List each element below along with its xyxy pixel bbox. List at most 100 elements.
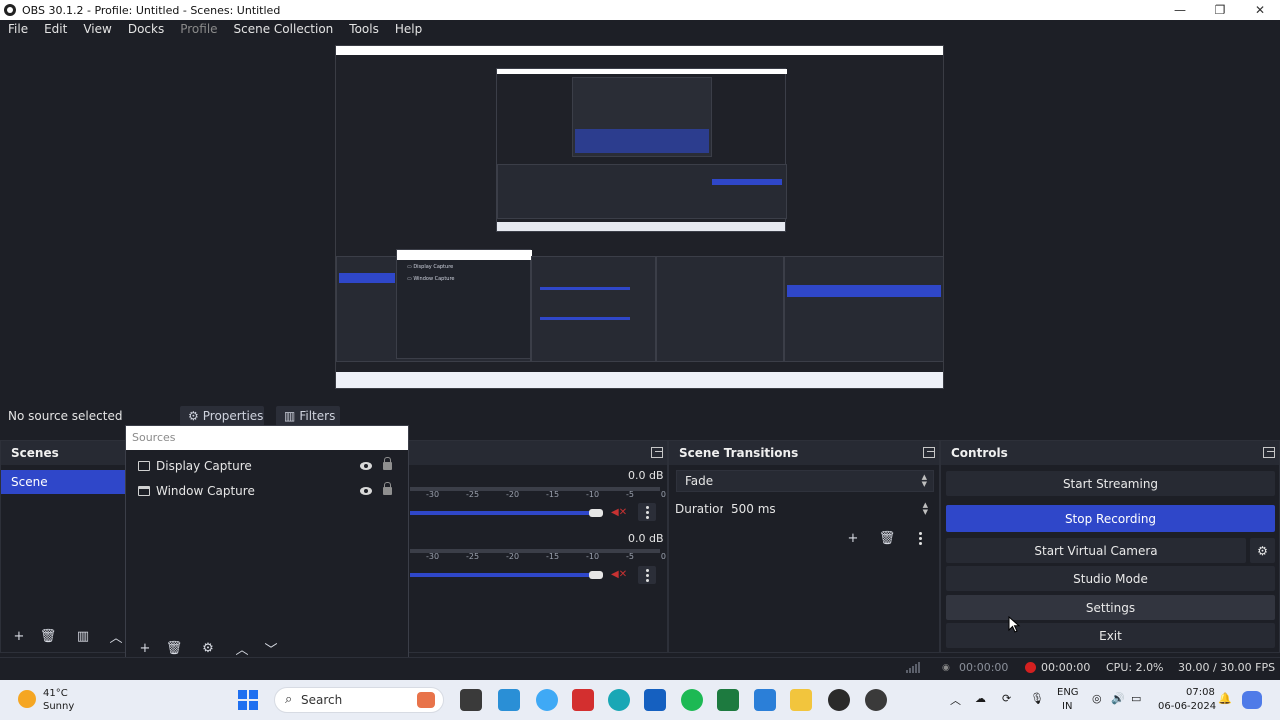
taskbar-search-box[interactable]: ⌕ Search	[274, 687, 444, 713]
transition-select[interactable]: Fade ▲ ▼	[676, 470, 934, 492]
filters-button[interactable]: ▥ Filters	[276, 406, 340, 426]
lock-icon[interactable]	[383, 457, 392, 470]
filter-icon: ▥	[76, 628, 90, 644]
menu-file[interactable]: File	[0, 20, 36, 39]
language-bottom[interactable]: IN	[1062, 701, 1072, 712]
transition-properties-button[interactable]	[911, 529, 929, 547]
file-explorer-icon[interactable]	[790, 689, 812, 711]
menu-docks[interactable]: Docks	[120, 20, 172, 39]
duration-label: Duration	[675, 502, 728, 516]
notification-bell-icon[interactable]: 🔔	[1218, 692, 1232, 705]
channel-2-volume-slider[interactable]	[410, 573, 600, 577]
float-dock-icon[interactable]	[923, 447, 935, 458]
channel-2-scale: -30 -25 -20 -15 -10 -5 0	[426, 552, 666, 561]
source-item-window-capture[interactable]: Window Capture	[126, 479, 408, 503]
maximize-button[interactable]: ❐	[1200, 0, 1240, 20]
menu-edit[interactable]: Edit	[36, 20, 75, 39]
sun-weather-icon[interactable]	[18, 690, 36, 708]
channel-1-volume-slider[interactable]	[410, 511, 600, 515]
move-source-up-button[interactable]: ︿	[231, 638, 253, 658]
channel-2-volume-knob[interactable]	[589, 571, 603, 579]
volume-icon[interactable]: 🔊	[1111, 692, 1125, 705]
wifi-icon[interactable]: ◎	[1092, 692, 1102, 705]
virtual-camera-settings-button[interactable]: ⚙	[1250, 538, 1275, 563]
onedrive-icon[interactable]: ☁	[975, 692, 986, 705]
sync-icon[interactable]: ⟳	[1002, 692, 1011, 705]
task-view-icon[interactable]	[460, 689, 482, 711]
move-source-down-button[interactable]: ﹀	[260, 638, 282, 658]
visibility-eye-icon[interactable]	[360, 462, 372, 470]
clock-date[interactable]: 06-06-2024	[1158, 701, 1216, 712]
settings-button[interactable]: Settings	[946, 595, 1275, 620]
properties-button[interactable]: ⚙ Properties	[180, 406, 264, 426]
stream-status-icon: ◉	[942, 663, 950, 673]
weather-temp: 41°C	[43, 688, 68, 699]
scene-filters-button[interactable]: ▥	[72, 626, 94, 646]
source-item-display-capture[interactable]: Display Capture	[126, 454, 408, 478]
updown-arrows-icon: ▲ ▼	[921, 473, 927, 488]
trash-icon: 🗑	[878, 530, 896, 546]
sources-dock: Sources Display Capture Window Capture +…	[125, 425, 409, 662]
spinner-arrows-icon: ▲ ▼	[922, 501, 928, 516]
channel-1-menu-button[interactable]	[638, 503, 656, 521]
preview-mini-sources: ▭ Display Capture ▭ Window Capture	[396, 249, 532, 359]
studio-mode-button[interactable]: Studio Mode	[946, 566, 1275, 591]
minimize-button[interactable]: —	[1160, 0, 1200, 20]
channel-1-volume-knob[interactable]	[589, 509, 603, 517]
close-button[interactable]: ✕	[1240, 0, 1280, 20]
windows-start-icon[interactable]	[238, 690, 258, 710]
speaker-muted-icon[interactable]: ◀✕	[611, 569, 627, 580]
source-label: Display Capture	[156, 459, 252, 473]
obs-logo-icon	[4, 4, 16, 16]
show-hidden-icons-chevron-icon[interactable]: ︿	[950, 692, 961, 708]
plus-icon: +	[847, 530, 859, 546]
add-scene-button[interactable]: +	[8, 626, 30, 646]
preview-canvas[interactable]: ▭ Display Capture ▭ Window Capture	[335, 45, 944, 389]
clock-time[interactable]: 07:08	[1186, 687, 1215, 698]
copilot-icon[interactable]	[1242, 691, 1262, 709]
add-transition-button[interactable]: +	[842, 528, 864, 548]
remove-source-button[interactable]: 🗑	[163, 638, 185, 658]
move-scene-up-button[interactable]: ︿	[105, 626, 127, 646]
speaker-muted-icon[interactable]: ◀✕	[611, 507, 627, 518]
scene-item[interactable]: Scene	[1, 470, 125, 494]
exit-button[interactable]: Exit	[946, 623, 1275, 648]
menu-profile[interactable]: Profile	[172, 20, 225, 39]
edge-icon[interactable]	[608, 689, 630, 711]
remove-transition-button[interactable]: 🗑	[876, 528, 898, 548]
menu-view[interactable]: View	[75, 20, 119, 39]
store-app-icon[interactable]	[498, 689, 520, 711]
filter-icon: ▥	[284, 409, 296, 423]
network-signal-icon	[906, 662, 920, 673]
vscode-icon[interactable]	[754, 689, 776, 711]
visibility-eye-icon[interactable]	[360, 487, 372, 495]
channel-1-scale: -30 -25 -20 -15 -10 -5 0	[426, 490, 666, 499]
search-highlight-icon	[417, 692, 435, 708]
microphone-icon[interactable]: 🎙	[1030, 692, 1044, 705]
weather-desc: Sunny	[43, 701, 75, 712]
remove-scene-button[interactable]: 🗑	[37, 626, 59, 646]
start-streaming-button[interactable]: Start Streaming	[946, 471, 1275, 496]
battery-icon[interactable]: ▭	[1131, 692, 1141, 705]
add-source-button[interactable]: +	[134, 638, 156, 658]
source-properties-button[interactable]: ⚙	[197, 638, 219, 658]
stop-recording-button[interactable]: Stop Recording	[946, 505, 1275, 532]
menu-scene-collection[interactable]: Scene Collection	[226, 20, 342, 39]
duration-input[interactable]: 500 ms ▲ ▼	[723, 499, 934, 521]
mcafee-icon[interactable]	[572, 689, 594, 711]
monitor-icon	[138, 461, 150, 471]
edge-browser-icon[interactable]	[536, 689, 558, 711]
media-player-icon[interactable]	[865, 689, 887, 711]
float-dock-icon[interactable]	[651, 447, 663, 458]
float-dock-icon[interactable]	[1263, 447, 1275, 458]
excel-icon[interactable]	[717, 689, 739, 711]
start-virtual-camera-button[interactable]: Start Virtual Camera	[946, 538, 1246, 563]
menu-help[interactable]: Help	[387, 20, 430, 39]
channel-2-menu-button[interactable]	[638, 566, 656, 584]
language-top[interactable]: ENG	[1057, 687, 1079, 698]
menu-tools[interactable]: Tools	[341, 20, 387, 39]
lock-icon[interactable]	[383, 482, 392, 495]
obs-taskbar-icon[interactable]	[828, 689, 850, 711]
spotify-icon[interactable]	[681, 689, 703, 711]
ms-store-icon[interactable]	[644, 689, 666, 711]
